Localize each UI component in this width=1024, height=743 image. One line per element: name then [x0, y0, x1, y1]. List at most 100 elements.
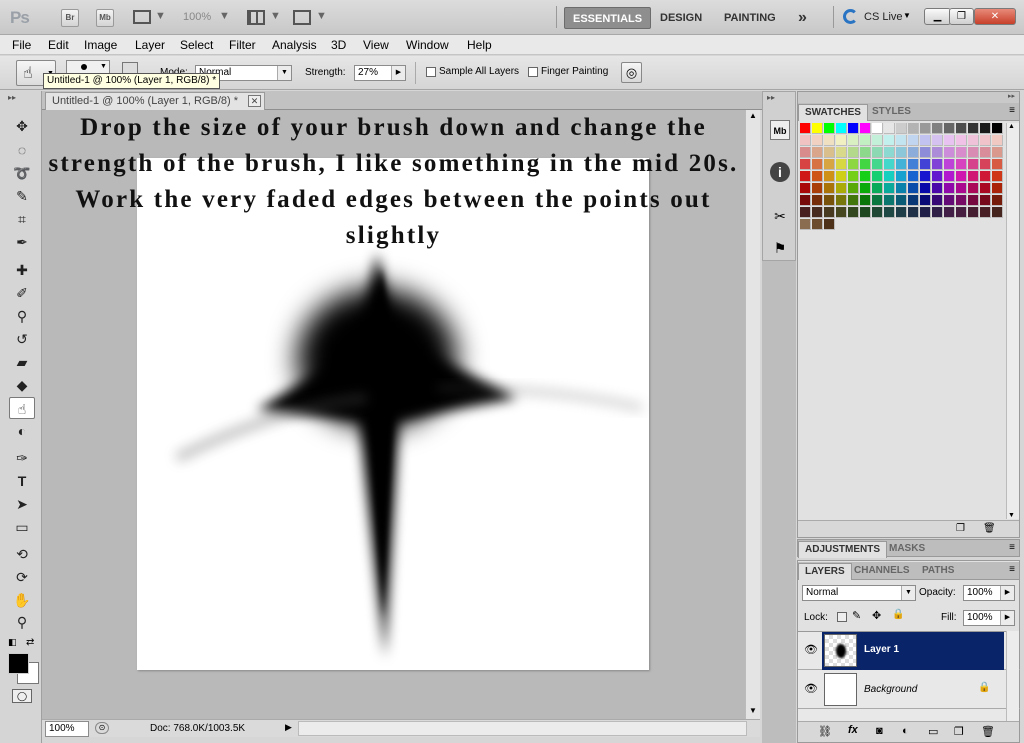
color-swatch[interactable] — [992, 183, 1003, 194]
move-tool-icon[interactable]: ✥ — [9, 115, 35, 137]
color-swatch[interactable] — [956, 195, 967, 206]
color-swatch[interactable] — [872, 159, 883, 170]
color-swatch[interactable] — [944, 159, 955, 170]
cs-live-label[interactable]: CS Live — [864, 11, 903, 23]
color-swatch[interactable] — [860, 123, 871, 134]
color-swatch[interactable] — [956, 135, 967, 146]
color-swatch[interactable] — [848, 135, 859, 146]
trash-icon[interactable]: 🗑 — [983, 523, 996, 534]
color-swatch[interactable] — [992, 123, 1003, 134]
chevron-right-icon[interactable]: ▶ — [1000, 611, 1014, 625]
shape-tool-icon[interactable]: ▭ — [9, 516, 35, 538]
color-swatch[interactable] — [812, 183, 823, 194]
menu-image[interactable]: Image — [84, 38, 117, 52]
eyedropper-tool-icon[interactable]: ✒ — [9, 231, 35, 253]
color-swatch[interactable] — [980, 171, 991, 182]
foreground-color-swatch[interactable] — [8, 653, 29, 674]
view-extras-dropdown[interactable]: ▼ — [155, 10, 166, 22]
lasso-tool-icon[interactable]: ➰ — [9, 162, 35, 184]
3d-orbit-tool-icon[interactable]: ⟳ — [9, 566, 35, 588]
color-swatch[interactable] — [800, 183, 811, 194]
default-colors-icon[interactable]: ◧ — [8, 637, 17, 648]
color-swatch[interactable] — [824, 159, 835, 170]
pressure-icon[interactable]: ◎ — [621, 62, 642, 83]
blend-mode-select[interactable]: Normal ▼ — [802, 585, 916, 601]
color-swatch[interactable] — [800, 147, 811, 158]
color-swatch[interactable] — [872, 183, 883, 194]
horizontal-scrollbar[interactable] — [298, 721, 747, 736]
color-swatch[interactable] — [836, 135, 847, 146]
menu-file[interactable]: File — [12, 38, 31, 52]
color-swatch[interactable] — [992, 195, 1003, 206]
color-swatch[interactable] — [992, 171, 1003, 182]
color-swatch[interactable] — [860, 207, 871, 218]
color-swatch[interactable] — [956, 183, 967, 194]
color-swatch[interactable] — [932, 135, 943, 146]
layer-name[interactable]: Layer 1 — [864, 644, 899, 655]
vertical-scrollbar[interactable]: ▲ ▼ — [745, 110, 760, 719]
menu-analysis[interactable]: Analysis — [272, 38, 317, 52]
color-swatch[interactable] — [848, 183, 859, 194]
color-swatch[interactable] — [944, 147, 955, 158]
path-select-tool-icon[interactable]: ➤ — [9, 493, 35, 515]
scroll-down-icon[interactable]: ▼ — [747, 706, 759, 718]
eraser-tool-icon[interactable]: ▰ — [9, 351, 35, 373]
color-swatch[interactable] — [932, 207, 943, 218]
tab-adjustments[interactable]: ADJUSTMENTS — [798, 541, 888, 558]
color-swatch[interactable] — [932, 159, 943, 170]
color-swatch[interactable] — [968, 207, 979, 218]
color-swatch[interactable] — [812, 123, 823, 134]
color-swatch[interactable] — [896, 159, 907, 170]
close-tab-icon[interactable]: ✕ — [248, 95, 262, 107]
color-swatch[interactable] — [968, 135, 979, 146]
color-swatch[interactable] — [800, 123, 811, 134]
panel-menu-icon[interactable]: ≡ — [1009, 542, 1015, 553]
lock-pixels-icon[interactable]: ✎ — [852, 609, 861, 622]
color-swatch[interactable] — [824, 123, 835, 134]
color-swatch[interactable] — [896, 135, 907, 146]
scroll-down-icon[interactable]: ▼ — [1008, 512, 1015, 519]
color-swatch[interactable] — [860, 171, 871, 182]
menu-edit[interactable]: Edit — [48, 38, 69, 52]
status-info-icon[interactable]: ⊙ — [95, 722, 109, 734]
color-swatch[interactable] — [956, 123, 967, 134]
close-window-button[interactable]: ✕ — [974, 8, 1016, 25]
color-swatch[interactable] — [860, 159, 871, 170]
color-swatch[interactable] — [836, 207, 847, 218]
workspace-design[interactable]: DESIGN — [652, 7, 710, 29]
color-swatch[interactable] — [980, 123, 991, 134]
color-swatch[interactable] — [944, 135, 955, 146]
color-swatch[interactable] — [800, 135, 811, 146]
color-swatch[interactable] — [860, 135, 871, 146]
link-layers-icon[interactable]: ⛓ — [818, 725, 832, 738]
color-swatch[interactable] — [824, 135, 835, 146]
color-swatch[interactable] — [920, 135, 931, 146]
color-swatch[interactable] — [956, 171, 967, 182]
tab-channels[interactable]: CHANNELS — [848, 563, 916, 580]
color-swatch[interactable] — [824, 183, 835, 194]
color-swatch[interactable] — [992, 159, 1003, 170]
color-swatch[interactable] — [944, 195, 955, 206]
tab-paths[interactable]: PATHS — [916, 563, 960, 580]
chevron-right-icon[interactable]: ▶ — [391, 66, 405, 80]
color-swatch[interactable] — [896, 207, 907, 218]
view-extras-icon[interactable] — [133, 10, 151, 24]
quick-mask-icon[interactable]: ◯ — [12, 689, 32, 703]
color-swatch[interactable] — [800, 159, 811, 170]
color-swatch[interactable] — [980, 195, 991, 206]
lock-transparent-icon[interactable] — [837, 612, 847, 622]
color-swatch[interactable] — [980, 183, 991, 194]
lock-position-icon[interactable]: ✥ — [872, 609, 881, 622]
color-swatch[interactable] — [920, 159, 931, 170]
color-swatch[interactable] — [872, 195, 883, 206]
color-swatch[interactable] — [848, 195, 859, 206]
color-swatch[interactable] — [860, 147, 871, 158]
color-swatch[interactable] — [920, 207, 931, 218]
color-swatch[interactable] — [944, 183, 955, 194]
color-swatch[interactable] — [944, 171, 955, 182]
finger-painting-checkbox[interactable] — [528, 67, 538, 77]
color-swatch[interactable] — [896, 183, 907, 194]
color-swatch[interactable] — [812, 195, 823, 206]
scroll-up-icon[interactable]: ▲ — [747, 111, 759, 123]
color-swatch[interactable] — [884, 135, 895, 146]
